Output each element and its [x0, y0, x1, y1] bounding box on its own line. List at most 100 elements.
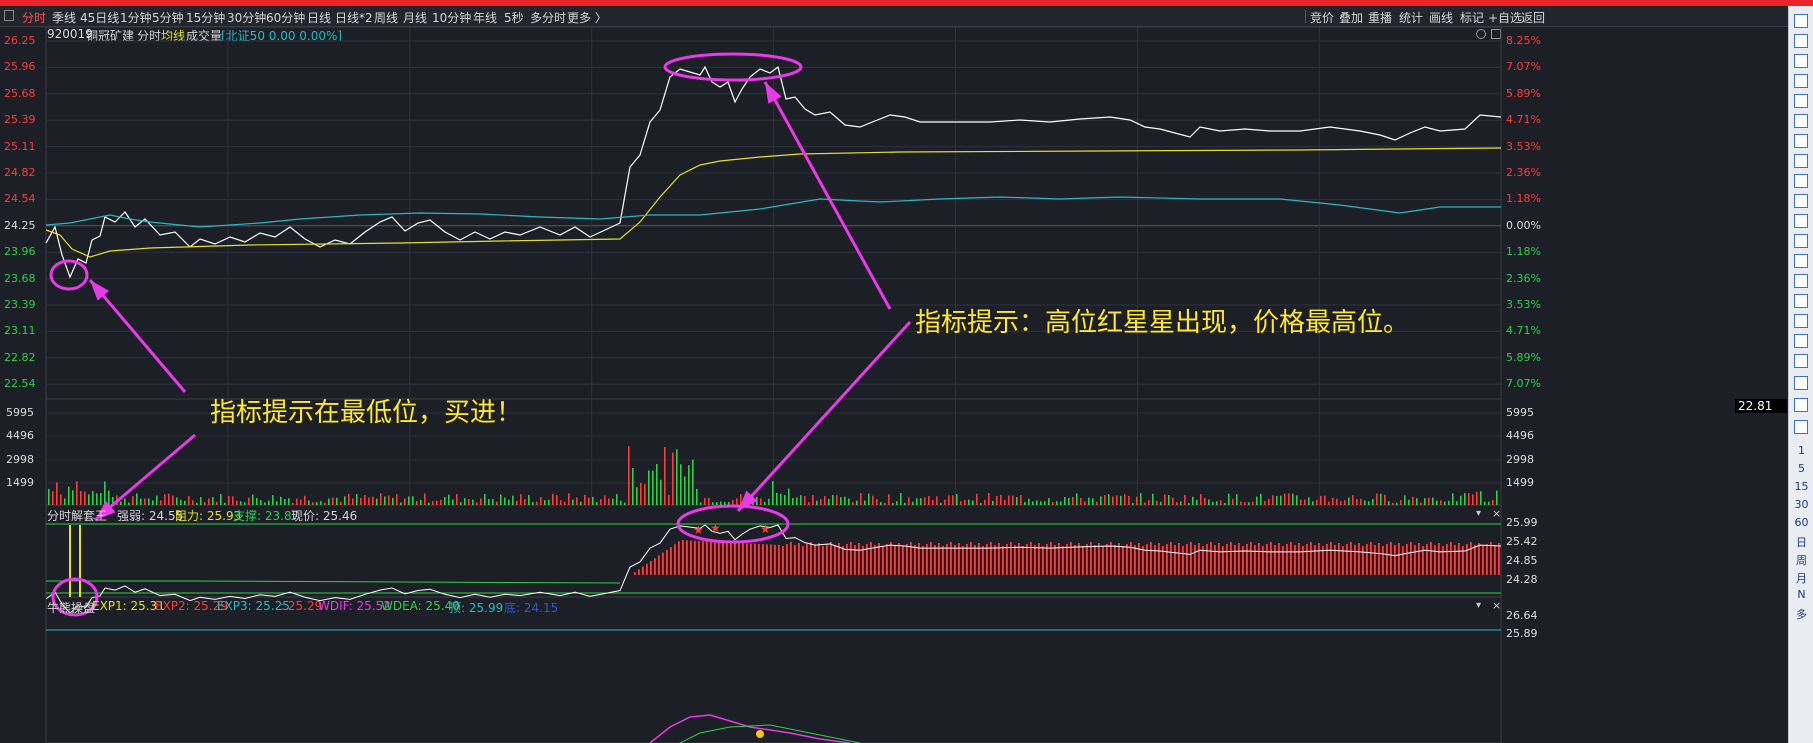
tab-15min[interactable]: 15分钟 [186, 9, 225, 26]
fx-icon[interactable] [1794, 274, 1808, 288]
tab-multi-fenshi[interactable]: 多分时 [530, 9, 566, 26]
volume-bar [1048, 498, 1050, 505]
volume-bar [1228, 493, 1230, 505]
ind2-tick: 26.64 [1506, 609, 1538, 622]
auction-button[interactable]: 竞价 [1310, 9, 1334, 26]
volume-bar [1116, 495, 1118, 505]
ind2-close-icon[interactable]: × [1492, 599, 1501, 612]
indicator-red-bar [842, 546, 844, 575]
grid-icon[interactable] [1794, 94, 1808, 108]
indicator-red-bar [886, 544, 888, 575]
minute-chart-icon[interactable] [1794, 74, 1808, 88]
tab-60min[interactable]: 60分钟 [266, 9, 305, 26]
volume-bar [1180, 501, 1182, 505]
tab-45day[interactable]: 45日线 [80, 9, 119, 26]
price-tick: 24.25 [4, 218, 36, 232]
ind2-dropdown-icon[interactable]: ▾ [1476, 600, 1481, 611]
indicator-red-bar [1298, 543, 1300, 575]
period-shortcut-1[interactable]: 5 [1789, 462, 1813, 475]
tab-yearly[interactable]: 年线 [473, 9, 497, 26]
pct-tick: 2.36% [1506, 166, 1541, 179]
tab-monthly[interactable]: 月线 [403, 9, 427, 26]
volume-bar [588, 497, 590, 505]
volume-bar [768, 498, 770, 505]
stats-button[interactable]: 统计 [1399, 9, 1423, 26]
period-shortcut-5[interactable]: 日 [1789, 534, 1813, 550]
price-tick: 22.54 [4, 377, 36, 391]
volume-bar [988, 493, 990, 505]
period-shortcut-9[interactable]: 多 [1789, 606, 1813, 622]
down-arrow-icon[interactable] [1794, 54, 1808, 68]
up-arrow-icon[interactable] [1794, 34, 1808, 48]
tab-fenshi[interactable]: 分时 [22, 9, 46, 26]
volume-bar [844, 496, 846, 505]
volume-bar [828, 498, 830, 505]
mark-button[interactable]: 标记 [1460, 9, 1484, 26]
depth-icon[interactable] [1794, 314, 1808, 328]
indicator-red-bar [1014, 545, 1016, 575]
ind1-tick: 25.42 [1506, 535, 1538, 548]
period-shortcut-4[interactable]: 60 [1789, 516, 1813, 529]
tab-10min[interactable]: 10分钟 [432, 9, 471, 26]
volume-bar [984, 499, 986, 505]
tab-5min[interactable]: 5分钟 [152, 9, 184, 26]
indicator-red-bar [798, 543, 800, 575]
f2-icon[interactable] [1794, 254, 1808, 268]
volume-bar [1344, 500, 1346, 505]
pct-tick: 4.71% [1506, 324, 1541, 338]
f10-icon[interactable] [1794, 174, 1808, 188]
info-icon[interactable] [1794, 214, 1808, 228]
pen-icon[interactable] [1794, 376, 1808, 390]
f1-icon[interactable] [1794, 234, 1808, 248]
fs-icon[interactable] [1794, 398, 1808, 412]
tab-more[interactable]: 更多 〉 [567, 9, 607, 26]
overlay-button[interactable]: 叠加 [1339, 9, 1363, 26]
add-watchlist-button[interactable]: +自选 [1488, 9, 1522, 26]
volume-bar [952, 495, 954, 505]
indicator-red-bar [778, 544, 780, 575]
red-star-icon: ★ [693, 523, 704, 537]
volume-bar [228, 495, 230, 505]
back-icon[interactable] [1794, 14, 1808, 28]
back-button[interactable]: 返回 [1521, 9, 1545, 26]
draw-line-button[interactable]: 画线 [1429, 9, 1453, 26]
period-shortcut-7[interactable]: 月 [1789, 570, 1813, 586]
collapse-icon[interactable] [4, 10, 14, 21]
volume-bar [1448, 500, 1450, 505]
f9-icon[interactable] [1794, 194, 1808, 208]
refresh-icon[interactable] [1794, 420, 1808, 434]
ind1-dropdown-icon[interactable]: ▾ [1476, 508, 1481, 519]
tab-daily2[interactable]: 日线*2 [335, 9, 373, 26]
volume-bar [472, 499, 474, 505]
period-shortcut-8[interactable]: N [1789, 588, 1813, 601]
ind1-close-icon[interactable]: × [1492, 507, 1501, 520]
kline-icon[interactable] [1794, 134, 1808, 148]
chart-box-icon[interactable] [1794, 334, 1808, 348]
replay-button[interactable]: 重播 [1368, 9, 1392, 26]
volume-bar [1320, 495, 1322, 505]
volume-bar [1292, 493, 1294, 505]
volume-bar [1492, 500, 1494, 505]
tab-daily[interactable]: 日线 [307, 9, 331, 26]
period-shortcut-2[interactable]: 15 [1789, 480, 1813, 493]
period-shortcut-0[interactable]: 1 [1789, 444, 1813, 457]
period-shortcut-6[interactable]: 周 [1789, 552, 1813, 568]
period-shortcut-3[interactable]: 30 [1789, 498, 1813, 511]
indicator-red-bar [1466, 544, 1468, 575]
line-chart-icon[interactable] [1794, 114, 1808, 128]
circle-icon[interactable] [1794, 294, 1808, 308]
volume-bar [604, 495, 606, 505]
tab-weekly[interactable]: 周线 [374, 9, 398, 26]
indicator-red-bar [806, 544, 808, 575]
trend-icon[interactable] [1794, 354, 1808, 368]
tab-jixian[interactable]: 季线 [52, 9, 76, 26]
tab-5sec[interactable]: 5秒 [504, 9, 524, 26]
fund-flow-icon[interactable] [1794, 154, 1808, 168]
volume-bar [640, 482, 642, 505]
tab-1min[interactable]: 1分钟 [120, 9, 152, 26]
indicator-red-bar [894, 545, 896, 575]
indicator-red-bar [986, 544, 988, 575]
ind2-coin-icon [756, 730, 764, 738]
tab-30min[interactable]: 30分钟 [227, 9, 266, 26]
volume-bar [268, 500, 270, 505]
